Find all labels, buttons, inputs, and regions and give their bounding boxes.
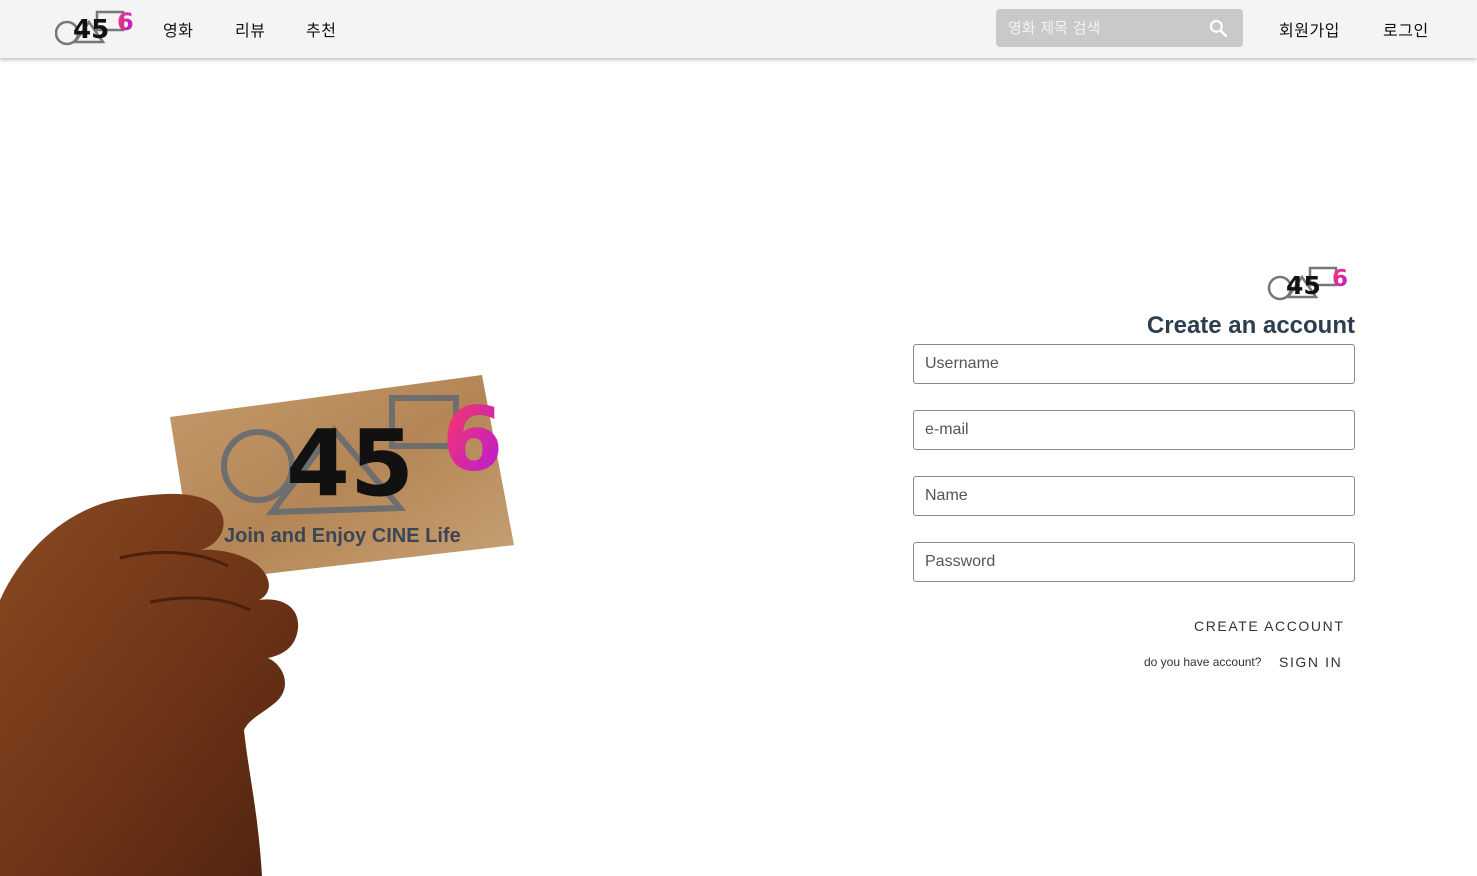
form-brand-logo: 45 6	[1267, 266, 1348, 301]
svg-text:6: 6	[1332, 266, 1348, 292]
search-icon[interactable]	[1208, 18, 1228, 38]
card-logo-45: 45	[286, 410, 414, 517]
promo-illustration: 45 6	[0, 375, 514, 876]
svg-text:45: 45	[1286, 271, 1321, 300]
signin-hint: do you have account?	[1144, 655, 1262, 669]
username-field[interactable]	[913, 344, 1355, 384]
brand-logo[interactable]: 45 6	[55, 8, 145, 48]
search-input[interactable]	[996, 9, 1196, 47]
name-field[interactable]	[913, 476, 1355, 516]
form-title: Create an account	[1146, 312, 1355, 339]
create-account-button[interactable]: CREATE ACCOUNT	[1194, 618, 1345, 634]
password-field[interactable]	[913, 542, 1355, 582]
sign-in-button[interactable]: SIGN IN	[1279, 654, 1342, 670]
promo-tagline: Join and Enjoy CINE Life	[224, 525, 461, 547]
top-navigation-bar: 45 6 영화 리뷰 추천 회원가입 로그인	[0, 0, 1477, 58]
card-logo-6: 6	[442, 388, 503, 491]
svg-text:45: 45	[73, 15, 109, 45]
nav-link-movies[interactable]: 영화	[163, 17, 193, 41]
signup-link[interactable]: 회원가입	[1279, 17, 1340, 41]
email-field[interactable]	[913, 410, 1355, 450]
login-link[interactable]: 로그인	[1383, 17, 1429, 41]
nav-link-recommend[interactable]: 추천	[306, 17, 336, 41]
search-bar	[996, 9, 1243, 47]
nav-link-reviews[interactable]: 리뷰	[235, 17, 265, 41]
svg-text:6: 6	[117, 8, 134, 36]
